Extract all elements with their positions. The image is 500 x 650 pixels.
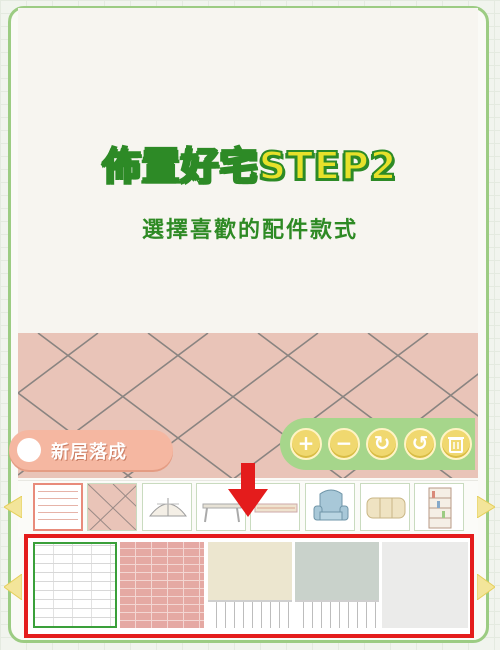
wainscot-fence: [208, 600, 292, 628]
category-thumb-wall[interactable]: [33, 483, 83, 531]
badge-dot-icon: [17, 438, 41, 462]
rotate-right-icon[interactable]: ↻: [366, 428, 398, 460]
housewarming-button[interactable]: 新居落成: [9, 430, 173, 470]
category-thumb-floor[interactable]: [87, 483, 137, 531]
armchair-icon: [313, 489, 349, 521]
wall-thumb-image: [38, 488, 78, 526]
swatch-light-gray-plaster[interactable]: [382, 542, 468, 628]
wainscot-fence: [295, 600, 379, 628]
zoom-in-icon[interactable]: +: [290, 428, 322, 460]
floor-thumb-image: [88, 484, 136, 530]
bookshelf-icon: [428, 487, 452, 529]
category-thumb-armchair[interactable]: [305, 483, 355, 531]
category-thumb-arch-window[interactable]: [142, 483, 192, 531]
swatch-white-brick[interactable]: [33, 542, 117, 628]
trash-icon: [448, 437, 464, 453]
page-subtitle: 選擇喜歡的配件款式: [141, 218, 358, 243]
swatch-sage-wainscot[interactable]: [295, 542, 379, 628]
swatch-cream-wainscot[interactable]: [208, 542, 292, 628]
page-title: 佈置好宅STEP2: [102, 143, 398, 189]
category-prev-arrow-icon[interactable]: [4, 496, 22, 518]
category-next-arrow-icon[interactable]: [477, 496, 495, 518]
housewarming-label: 新居落成: [51, 442, 127, 463]
swatch-prev-arrow-icon[interactable]: [4, 574, 22, 600]
down-arrow-icon: [228, 463, 268, 517]
rotate-left-icon[interactable]: ↺: [404, 428, 436, 460]
zoom-out-icon[interactable]: −: [328, 428, 360, 460]
swatch-next-arrow-icon[interactable]: [477, 574, 495, 600]
arch-window-icon: [148, 498, 188, 517]
category-thumb-bookshelf[interactable]: [414, 483, 464, 531]
sofa-icon: [366, 497, 406, 519]
delete-icon[interactable]: [440, 428, 472, 460]
category-thumb-sofa[interactable]: [360, 483, 410, 531]
swatch-red-brick[interactable]: [120, 542, 204, 628]
